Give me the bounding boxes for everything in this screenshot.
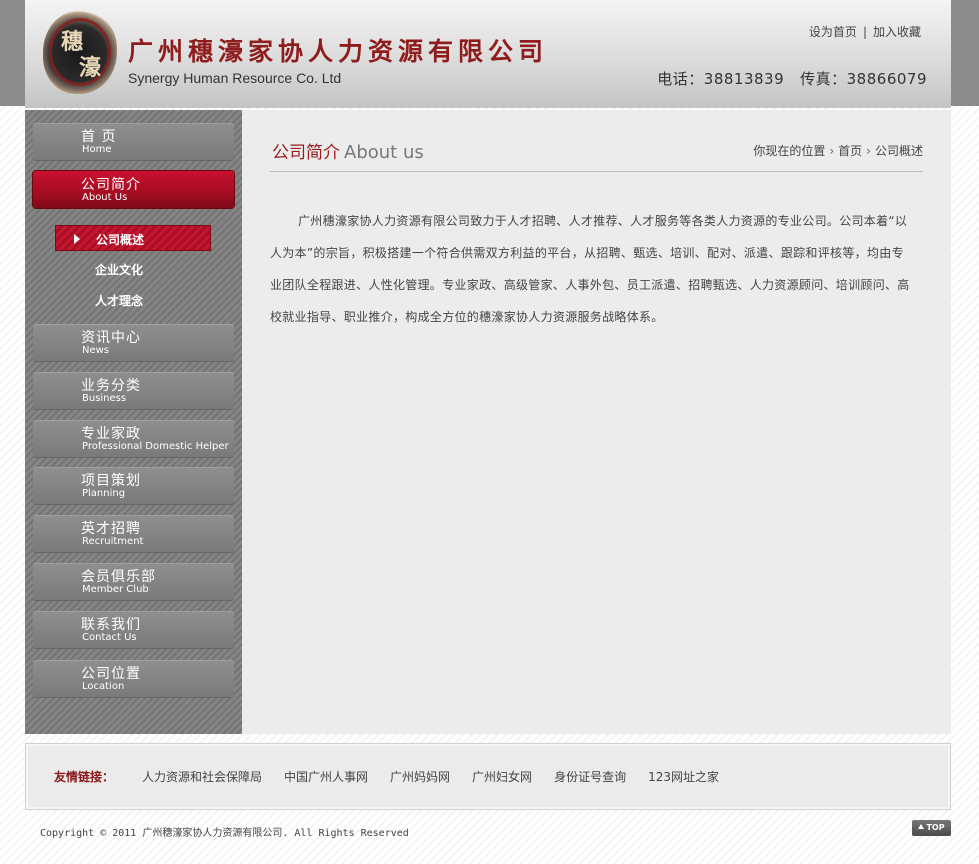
sidebar-nav: 首 页 Home 公司简介 About Us 公司概述 企业文化 人才理念 资讯… (25, 110, 242, 734)
main-content: 公司简介 About us 你现在的位置 › 首页 › 公司概述 广州穗濠家协人力资源有限… (242, 110, 951, 734)
subnav-company-overview[interactable]: 公司概述 (55, 225, 211, 251)
nav-label-cn: 首 页 (81, 129, 117, 145)
chevron-right-icon: › (866, 144, 871, 158)
friend-link[interactable]: 身份证号查询 (554, 770, 626, 784)
phone-number: 电话：38813839 (657, 70, 785, 88)
nav-item-member-club[interactable]: 会员俱乐部 Member Club (33, 563, 234, 600)
nav-label-cn: 业务分类 (81, 378, 141, 394)
title-divider (270, 171, 923, 172)
article-body: 广州穗濠家协人力资源有限公司致力于人才招聘、人才推荐、人才服务等各类人力资源的专… (270, 214, 910, 324)
chevron-right-icon: › (829, 144, 835, 158)
subnav-talent-philosophy[interactable]: 人才理念 (55, 287, 211, 313)
company-name-en: Synergy Human Resource Co. Ltd (128, 70, 342, 86)
nav-item-news[interactable]: 资讯中心 News (33, 324, 234, 361)
friend-links-title: 友情链接： (54, 770, 115, 784)
nav-item-domestic-helper[interactable]: 专业家政 Professional Domestic Helper (33, 420, 234, 457)
nav-item-contact-us[interactable]: 联系我们 Contact Us (33, 611, 234, 648)
arrow-right-icon (74, 234, 80, 244)
friend-links-panel: 友情链接： 人力资源和社会保障局 中国广州人事网 广州妈妈网 广州妇女网 身份证号查询 1… (25, 743, 951, 810)
logo-char-2: 濠 (79, 55, 102, 81)
subnav-label: 公司概述 (96, 233, 145, 247)
nav-item-business[interactable]: 业务分类 Business (33, 372, 234, 409)
nav-label-en: Member Club (82, 584, 149, 595)
nav-label-cn: 会员俱乐部 (81, 569, 156, 585)
nav-label-cn: 公司简介 (81, 177, 141, 193)
back-to-top-button[interactable]: TOP (912, 820, 951, 836)
breadcrumb: 你现在的位置 › 首页 › 公司概述 (753, 142, 923, 159)
nav-label-en: Business (82, 393, 127, 404)
friend-links-list: 人力资源和社会保障局 中国广州人事网 广州妈妈网 广州妇女网 身份证号查询 123网址之家 (142, 768, 741, 785)
nav-label-en: Location (82, 681, 125, 692)
breadcrumb-prefix: 你现在的位置 (753, 144, 826, 158)
company-logo: 穗 濠 (43, 10, 117, 94)
nav-item-planning[interactable]: 项目策划 Planning (33, 467, 234, 504)
nav-label-en: About Us (82, 192, 128, 203)
friend-link[interactable]: 广州妈妈网 (390, 770, 450, 784)
nav-label-cn: 联系我们 (81, 617, 141, 633)
nav-label-en: News (82, 345, 110, 356)
company-name-cn: 广州穗濠家协人力资源有限公司 (128, 37, 549, 66)
nav-label-en: Recruitment (82, 536, 144, 547)
breadcrumb-home-link[interactable]: 首页 (838, 144, 862, 158)
nav-item-recruitment[interactable]: 英才招聘 Recruitment (33, 515, 234, 552)
back-to-top-label: TOP (926, 823, 945, 832)
add-favorite-link[interactable]: 加入收藏 (873, 25, 921, 39)
nav-label-cn: 专业家政 (81, 426, 141, 442)
copyright-text: Copyright © 2011 广州穗濠家协人力资源有限公司. All Rig… (40, 828, 409, 839)
nav-label-en: Home (82, 144, 112, 155)
nav-item-about-us[interactable]: 公司简介 About Us (33, 171, 234, 208)
friend-link[interactable]: 123网址之家 (648, 770, 719, 784)
header-links: 设为首页 | 加入收藏 (809, 23, 921, 40)
nav-label-cn: 资讯中心 (81, 330, 141, 346)
header-link-separator: | (862, 25, 867, 39)
site-header: 穗 濠 广州穗濠家协人力资源有限公司 Synergy Human Resourc… (25, 0, 951, 108)
arrow-up-icon (918, 824, 925, 829)
nav-label-en: Contact Us (82, 632, 137, 643)
fax-number: 传真：38866079 (800, 70, 927, 88)
nav-item-home[interactable]: 首 页 Home (33, 123, 234, 160)
nav-label-en: Planning (82, 488, 126, 499)
page-title-en: About us (344, 142, 424, 163)
page-title: 公司简介 About us (272, 138, 424, 163)
subnav-label: 人才理念 (95, 294, 144, 308)
nav-label-en: Professional Domestic Helper (82, 441, 229, 452)
subnav-label: 企业文化 (95, 263, 144, 277)
nav-label-cn: 项目策划 (81, 473, 141, 489)
nav-label-cn: 公司位置 (81, 666, 141, 682)
breadcrumb-current: 公司概述 (874, 144, 923, 158)
friend-link[interactable]: 广州妇女网 (472, 770, 532, 784)
friend-link[interactable]: 中国广州人事网 (284, 770, 368, 784)
subnav-corporate-culture[interactable]: 企业文化 (55, 256, 211, 282)
friend-link[interactable]: 人力资源和社会保障局 (142, 770, 262, 784)
nav-label-cn: 英才招聘 (81, 521, 141, 537)
page-title-cn: 公司简介 (272, 143, 340, 163)
contact-info: 电话：38813839 传真：38866079 (657, 68, 927, 89)
set-homepage-link[interactable]: 设为首页 (809, 25, 857, 39)
nav-item-location[interactable]: 公司位置 Location (33, 660, 234, 697)
